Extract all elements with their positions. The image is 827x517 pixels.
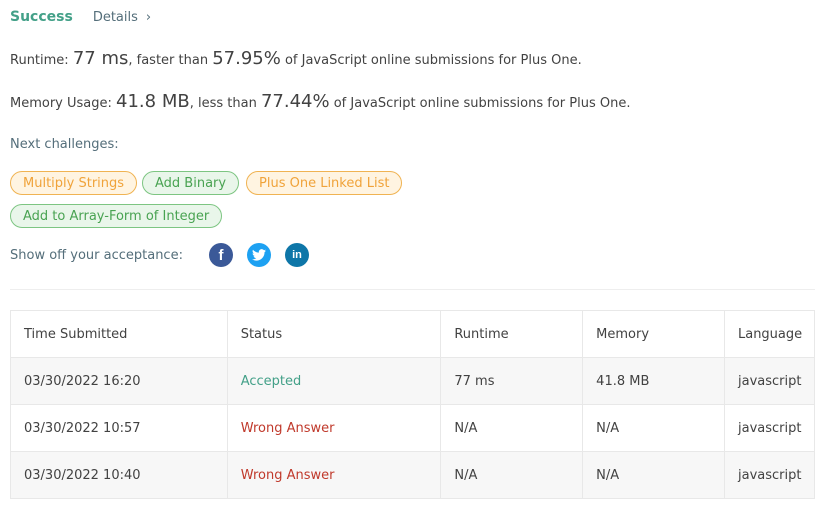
twitter-bird-icon (251, 249, 266, 261)
facebook-icon[interactable]: f (208, 243, 233, 267)
cell-time: 03/30/2022 16:20 (10, 357, 228, 405)
share-label: Show off your acceptance: (10, 247, 183, 263)
cell-status-link[interactable]: Wrong Answer (226, 404, 442, 452)
col-memory: Memory (582, 310, 725, 358)
next-challenges-label: Next challenges: (10, 137, 119, 152)
memory-value: 41.8 MB (116, 91, 190, 112)
col-time-submitted: Time Submitted (10, 310, 228, 358)
submissions-table: Time Submitted Status Runtime Memory Lan… (10, 310, 816, 499)
cell-memory: N/A (582, 451, 725, 499)
memory-suffix: of JavaScript online submissions for Plu… (329, 96, 631, 111)
col-status: Status (226, 310, 442, 358)
linkedin-glyph: in (292, 249, 302, 261)
col-runtime: Runtime (440, 310, 584, 358)
share-bar: Show off your acceptance: f in (10, 242, 323, 268)
challenge-plus-one-linked-list[interactable]: Plus One Linked List (246, 171, 403, 195)
challenge-multiply-strings[interactable]: Multiply Strings (10, 171, 138, 195)
twitter-icon[interactable] (246, 243, 271, 267)
memory-percent: 77.44% (260, 91, 330, 112)
cell-runtime: 77 ms (440, 357, 584, 405)
section-divider (10, 289, 815, 290)
details-label: Details (92, 9, 138, 25)
runtime-mid: , faster than (128, 53, 213, 68)
linkedin-icon[interactable]: in (284, 243, 309, 267)
col-language: Language (723, 310, 816, 358)
table-row[interactable]: 03/30/2022 10:57 Wrong Answer N/A N/A ja… (10, 404, 816, 452)
cell-time: 03/30/2022 10:40 (10, 451, 228, 499)
runtime-percent: 57.95% (212, 48, 281, 69)
table-row[interactable]: 03/30/2022 10:40 Wrong Answer N/A N/A ja… (10, 451, 816, 499)
result-status: Success (10, 9, 73, 25)
cell-language: javascript (723, 357, 816, 405)
result-header: Success Details › (10, 7, 151, 27)
cell-time: 03/30/2022 10:57 (10, 404, 228, 452)
runtime-stat: Runtime: 77 ms, faster than 57.95% of Ja… (10, 48, 582, 69)
cell-memory: N/A (582, 404, 725, 452)
cell-memory: 41.8 MB (582, 357, 725, 405)
memory-stat: Memory Usage: 41.8 MB, less than 77.44% … (10, 91, 630, 112)
cell-language: javascript (723, 404, 816, 452)
chevron-right-icon: › (145, 9, 152, 25)
cell-status-link[interactable]: Accepted (226, 357, 442, 405)
table-row[interactable]: 03/30/2022 16:20 Accepted 77 ms 41.8 MB … (10, 357, 816, 405)
runtime-label: Runtime: (10, 53, 73, 68)
runtime-suffix: of JavaScript online submissions for Plu… (280, 53, 582, 68)
cell-status-link[interactable]: Wrong Answer (226, 451, 442, 499)
runtime-value: 77 ms (72, 48, 129, 69)
table-header-row: Time Submitted Status Runtime Memory Lan… (10, 310, 816, 358)
facebook-glyph: f (218, 246, 224, 264)
memory-mid: , less than (189, 96, 261, 111)
cell-runtime: N/A (440, 404, 584, 452)
cell-runtime: N/A (440, 451, 584, 499)
memory-label: Memory Usage: (10, 96, 117, 111)
challenge-add-to-array-form[interactable]: Add to Array-Form of Integer (10, 204, 223, 228)
cell-language: javascript (723, 451, 816, 499)
challenge-add-binary[interactable]: Add Binary (142, 171, 240, 195)
details-link[interactable]: Details › (93, 10, 151, 25)
